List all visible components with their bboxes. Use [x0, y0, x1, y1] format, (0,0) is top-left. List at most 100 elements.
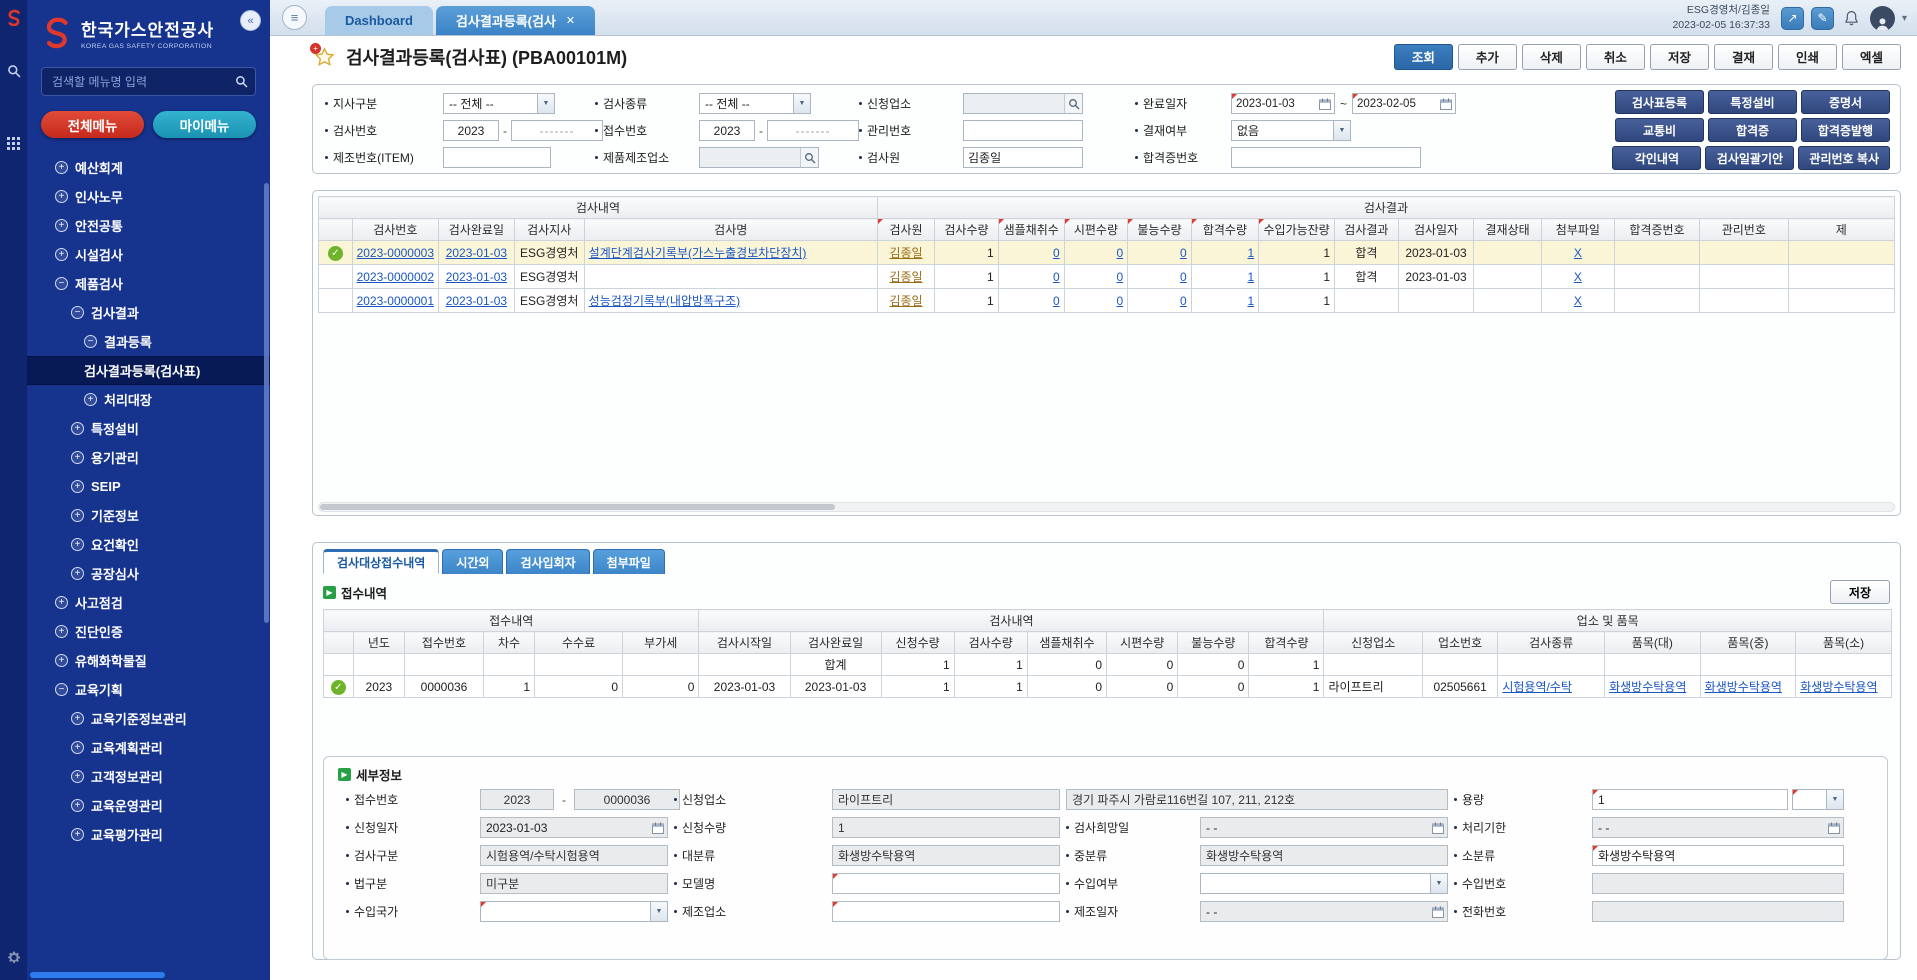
applicant-input[interactable] — [964, 94, 1064, 113]
cell-link[interactable]: 시험용역/수탁 — [1502, 680, 1572, 694]
tab-dashboard[interactable]: Dashboard — [325, 6, 433, 35]
table-row[interactable]: ✓202300000361002023-01-032023-01-0311000… — [324, 676, 1892, 698]
table-row[interactable]: 2023-00000012023-01-03ESG경영처성능검정기록부(내압방폭… — [319, 289, 1895, 313]
dropdown-select[interactable]: ▼ — [1200, 873, 1448, 894]
collapse-icon[interactable]: − — [55, 683, 68, 696]
sidebar-item[interactable]: +특정설비 — [27, 414, 270, 443]
pass-cert-button[interactable]: 합격증 — [1708, 118, 1797, 142]
tab-attachment[interactable]: 첨부파일 — [593, 549, 665, 574]
cell-link[interactable]: 0 — [1117, 294, 1124, 308]
horizontal-scrollbar[interactable] — [318, 502, 1895, 512]
cell-link[interactable]: X — [1574, 294, 1582, 308]
sidebar-item[interactable]: +SEIP — [27, 472, 270, 501]
receipt-no-serial-input[interactable] — [767, 120, 859, 141]
external-link-icon[interactable]: ↗ — [1781, 7, 1804, 30]
receipt-no-year-input[interactable] — [699, 120, 755, 141]
sidebar-item[interactable]: +교육기준정보관리 — [27, 704, 270, 733]
cell-link[interactable]: 2023-01-03 — [446, 270, 507, 284]
expand-icon[interactable]: + — [71, 741, 84, 754]
cell-link[interactable]: X — [1574, 246, 1582, 260]
cell-link[interactable]: 화생방수탁용역 — [1800, 680, 1877, 694]
text-input[interactable] — [833, 874, 1059, 893]
date-to-input[interactable] — [1353, 94, 1440, 113]
complete-date-to-field[interactable] — [1352, 93, 1456, 114]
sidebar-item[interactable]: +요건확인 — [27, 530, 270, 559]
table-row[interactable]: ✓2023-00000032023-01-03ESG경영처설계단계검사기록부(가… — [319, 241, 1895, 265]
editable-field[interactable] — [1592, 789, 1788, 810]
calendar-icon[interactable] — [652, 822, 664, 834]
menu-search-input[interactable] — [41, 67, 256, 96]
editable-field[interactable] — [832, 873, 1060, 894]
cell-link[interactable]: 김종일 — [889, 294, 922, 308]
expand-icon[interactable]: + — [71, 567, 84, 580]
search-icon[interactable] — [7, 64, 21, 81]
sidebar-item[interactable]: −결과등록 — [27, 327, 270, 356]
cell-link[interactable]: 0 — [1180, 294, 1187, 308]
capacity-unit-select[interactable]: ▼ — [1792, 789, 1844, 810]
sidebar-item[interactable]: +사고점검 — [27, 588, 270, 617]
insp-type-select[interactable]: -- 전체 --▼ — [699, 93, 811, 114]
cell-link[interactable]: 김종일 — [889, 246, 922, 260]
sidebar-item[interactable]: +교육계획관리 — [27, 733, 270, 762]
complete-date-from-field[interactable] — [1231, 93, 1335, 114]
text-input[interactable] — [1593, 846, 1843, 865]
scrollbar-thumb[interactable] — [320, 504, 835, 510]
expand-icon[interactable]: + — [71, 770, 84, 783]
cell-link[interactable]: 설계단계검사기록부(가스누출경보차단장치) — [589, 246, 807, 260]
cell-link[interactable]: 성능검정기록부(내압방폭구조) — [589, 294, 741, 308]
editable-field[interactable] — [832, 901, 1060, 922]
cell-link[interactable]: 1 — [1247, 270, 1254, 284]
bell-icon[interactable] — [1841, 7, 1863, 29]
cell-link[interactable]: 0 — [1180, 246, 1187, 260]
insp-sheet-register-button[interactable]: 검사표등록 — [1615, 90, 1704, 114]
product-maker-input[interactable] — [700, 148, 800, 167]
print-button[interactable]: 인쇄 — [1778, 44, 1837, 70]
search-icon[interactable] — [235, 75, 248, 91]
pass-cert-issue-button[interactable]: 합격증발행 — [1801, 118, 1890, 142]
branch-select[interactable]: -- 전체 --▼ — [443, 93, 555, 114]
sidebar-item[interactable]: −교육기획 — [27, 675, 270, 704]
cell-link[interactable]: 0 — [1053, 294, 1060, 308]
cancel-button[interactable]: 취소 — [1586, 44, 1645, 70]
cell-link[interactable]: 0 — [1117, 270, 1124, 284]
item-no-input[interactable] — [443, 147, 551, 168]
org-logo[interactable]: 한국가스안전공사 KOREA GAS SAFETY CORPORATION — [27, 0, 270, 54]
expand-icon[interactable]: + — [55, 625, 68, 638]
collapse-icon[interactable]: − — [71, 306, 84, 319]
inspector-input[interactable] — [963, 147, 1083, 168]
sidebar-collapse-button[interactable]: « — [240, 10, 261, 31]
sidebar-item[interactable]: +기준정보 — [27, 501, 270, 530]
expand-icon[interactable]: + — [71, 828, 84, 841]
expand-icon[interactable]: + — [55, 596, 68, 609]
certificate-button[interactable]: 증명서 — [1801, 90, 1890, 114]
sidebar-item[interactable]: +용기관리 — [27, 443, 270, 472]
expand-icon[interactable]: + — [55, 190, 68, 203]
cell-link[interactable]: 0 — [1053, 270, 1060, 284]
cell-link[interactable]: 0 — [1180, 270, 1187, 284]
cell-link[interactable]: 2023-01-03 — [446, 294, 507, 308]
expand-icon[interactable]: + — [55, 248, 68, 261]
expand-icon[interactable]: + — [55, 161, 68, 174]
hamburger-menu-button[interactable]: ≡ — [282, 5, 307, 30]
add-button[interactable]: 추가 — [1458, 44, 1517, 70]
avatar[interactable] — [1870, 6, 1895, 31]
insp-batch-draft-button[interactable]: 검사일괄기안 — [1705, 146, 1794, 170]
cell-link[interactable]: X — [1574, 270, 1582, 284]
expand-icon[interactable]: + — [71, 538, 84, 551]
sidebar-item[interactable]: +공장심사 — [27, 559, 270, 588]
calendar-icon[interactable] — [1432, 822, 1444, 834]
insp-no-serial-input[interactable] — [511, 120, 603, 141]
tab-insp-witness[interactable]: 검사입회자 — [506, 549, 589, 574]
collapse-icon[interactable]: − — [55, 277, 68, 290]
sidebar-item[interactable]: +처리대장 — [27, 385, 270, 414]
delete-button[interactable]: 삭제 — [1522, 44, 1581, 70]
sidebar-item[interactable]: 검사결과등록(검사표) — [27, 356, 270, 385]
sidebar-item[interactable]: +교육운영관리 — [27, 791, 270, 820]
search-icon[interactable] — [800, 148, 818, 167]
sidebar-item[interactable]: −검사결과 — [27, 298, 270, 327]
search-icon[interactable] — [1064, 94, 1082, 113]
expand-icon[interactable]: + — [84, 393, 97, 406]
gear-icon[interactable] — [6, 950, 21, 968]
sidebar-item[interactable]: +진단인증 — [27, 617, 270, 646]
table-row[interactable]: 2023-00000022023-01-03ESG경영처김종일100011합격2… — [319, 265, 1895, 289]
